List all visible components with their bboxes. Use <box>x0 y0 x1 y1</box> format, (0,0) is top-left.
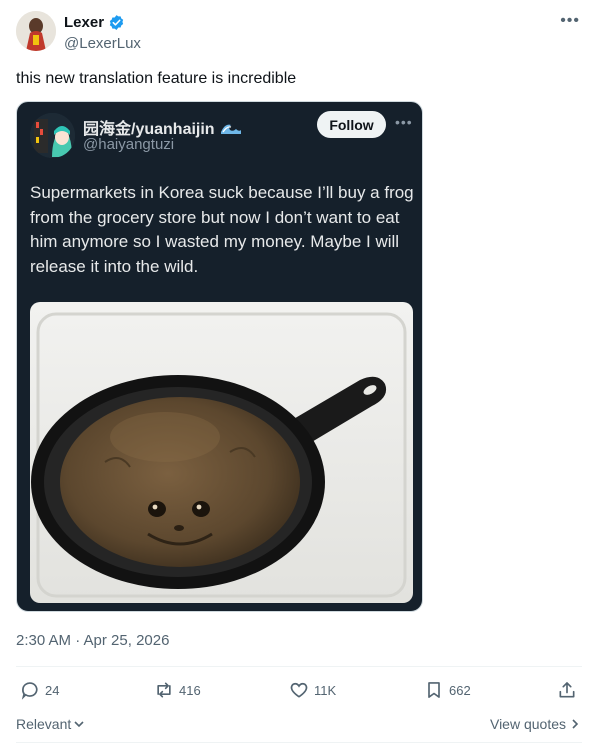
quoted-tweet-text: Supermarkets in Korea suck because I’ll … <box>30 183 414 276</box>
share-button[interactable] <box>557 680 577 700</box>
reply-button[interactable]: 24 <box>20 680 59 700</box>
bookmark-count: 662 <box>449 682 471 698</box>
repost-button[interactable]: 416 <box>154 680 201 700</box>
divider <box>16 666 582 667</box>
chevron-right-icon <box>572 719 579 729</box>
author-handle[interactable]: @LexerLux <box>64 35 141 52</box>
share-icon <box>559 682 575 698</box>
reply-count: 24 <box>45 682 60 698</box>
heart-icon <box>290 682 308 698</box>
quoted-author-avatar[interactable] <box>30 113 75 158</box>
chevron-down-icon <box>74 721 84 728</box>
repost-count: 416 <box>179 682 201 698</box>
repost-icon <box>157 682 171 698</box>
anime-avatar-icon <box>30 113 75 158</box>
frog-pan-image <box>30 302 413 603</box>
sort-replies-dropdown[interactable]: Relevant <box>16 716 85 732</box>
author-avatar[interactable] <box>16 11 56 51</box>
tweet-text: this new translation feature is incredib… <box>16 70 297 87</box>
quoted-author-handle[interactable]: @haiyangtuzi <box>83 136 174 153</box>
avatar-figure-icon <box>16 11 56 51</box>
view-quotes-label: View quotes <box>489 716 566 732</box>
view-quotes-link[interactable]: View quotes <box>490 716 580 732</box>
author-name-row[interactable]: Lexer <box>64 14 125 31</box>
wave-icon <box>220 124 241 134</box>
sort-label: Relevant <box>16 716 72 732</box>
author-name[interactable]: Lexer <box>64 14 104 31</box>
follow-button[interactable]: Follow <box>317 111 386 138</box>
bookmark-button[interactable]: 662 <box>424 680 471 700</box>
frog-in-pan-photo[interactable] <box>30 302 413 603</box>
more-options-icon[interactable]: ••• <box>560 12 580 30</box>
quoted-tweet-card[interactable]: 园海金/yuanhaijin @haiyangtuzi Follow ••• S… <box>16 101 423 612</box>
divider <box>16 742 582 743</box>
reply-icon <box>21 682 38 700</box>
verified-badge-icon <box>109 15 124 30</box>
quoted-more-options-icon[interactable]: ••• <box>395 114 413 130</box>
like-button[interactable]: 11K <box>289 680 336 700</box>
like-count: 11K <box>314 682 337 698</box>
bookmark-icon <box>428 682 440 698</box>
tweet-timestamp[interactable]: 2:30 AM · Apr 25, 2026 <box>16 632 169 649</box>
